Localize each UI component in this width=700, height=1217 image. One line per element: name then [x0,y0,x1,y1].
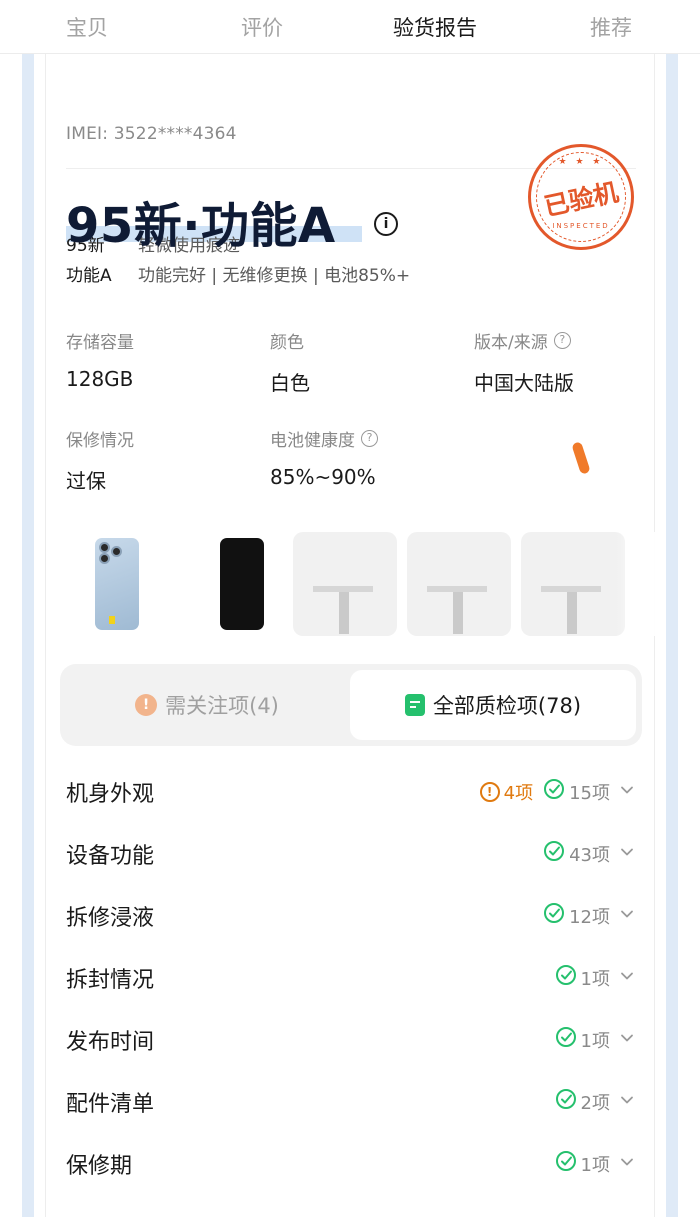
pass-count: 1项 [555,964,610,991]
inspection-row[interactable]: 配件清单 2项 [46,1070,656,1132]
tab-reviews[interactable]: 评价 [241,12,283,42]
spec-battery: 电池健康度? 85%~90% [270,426,378,489]
check-icon [555,1150,577,1177]
check-icon [555,1026,577,1053]
inspection-row[interactable]: 拆修浸液 12项 [46,884,656,946]
right-decor-stripe [666,54,678,1217]
spec-version: 版本/来源? 中国大陆版 [474,332,574,395]
inspection-row[interactable]: 设备功能 43项 [46,822,656,884]
inspection-row-title: 发布时间 [66,1030,155,1055]
pass-count: 1项 [555,1150,610,1177]
pass-count: 15项 [543,778,610,805]
grade-title: 95新·功能A [66,198,336,254]
tab-recommend[interactable]: 推荐 [590,12,632,42]
chevron-down-icon[interactable] [620,906,634,925]
inspection-row-title: 机身外观 [66,782,155,807]
left-decor-stripe [22,54,34,1217]
inspection-row-title: 拆封情况 [66,968,155,993]
attention-items-tab[interactable]: ! 需关注项(4) [66,670,348,740]
warning-count: ! 4项 [479,779,533,805]
pass-count: 2项 [555,1088,610,1115]
photo-thumb-back[interactable] [66,532,170,636]
all-items-tab[interactable]: 全部质检项(78) [350,670,636,740]
pass-count: 1项 [555,1026,610,1053]
pass-count: 43项 [543,840,610,867]
inspection-row-title: 配件清单 [66,1092,155,1117]
photo-gallery [46,532,656,636]
warning-icon: ! [135,694,158,716]
chevron-down-icon[interactable] [620,844,634,863]
tab-inspection-report[interactable]: 验货报告 [393,12,477,42]
inspection-row-title: 设备功能 [66,844,155,869]
chevron-down-icon[interactable] [620,1030,634,1049]
spec-color: 颜色 白色 [270,333,310,395]
check-icon [543,778,565,805]
inspection-row-title: 拆修浸液 [66,906,155,931]
report-card: IMEI: 3522****4364 95新·功能A i ★ ★ ★ 已验机 I… [45,54,656,1217]
photo-thumb-stand[interactable] [293,532,397,636]
spec-warranty: 保修情况 过保 [66,431,134,493]
imei-text: IMEI: 3522****4364 [66,124,237,144]
orange-mark [571,441,591,475]
tab-item[interactable]: 宝贝 [66,12,108,42]
photo-thumb-stand[interactable] [521,532,625,636]
check-icon [555,964,577,991]
help-icon[interactable]: ? [553,332,571,349]
pass-count: 12项 [543,902,610,929]
spec-storage: 存储容量 128GB [66,333,134,391]
inspection-report-page: 宝贝 评价 验货报告 推荐 IMEI: 3522****4364 95新·功能A… [0,0,700,1217]
info-icon[interactable]: i [374,212,398,236]
filter-segmented-control: ! 需关注项(4) 全部质检项(78) [60,664,642,746]
inspected-stamp: ★ ★ ★ 已验机 INSPECTED [528,144,634,250]
check-icon [543,902,565,929]
grade-desc-row: 功能A 功能完好 | 无维修更换 | 电池85%+ [66,266,411,286]
inspection-row[interactable]: 发布时间 1项 [46,1008,656,1070]
inspection-row-title: 保修期 [66,1154,133,1179]
chevron-down-icon[interactable] [620,782,634,801]
document-icon [404,694,425,716]
photo-thumb-front[interactable] [180,532,284,636]
chevron-down-icon[interactable] [620,1092,634,1111]
help-icon[interactable]: ? [361,430,378,447]
check-icon [555,1088,577,1115]
check-icon [543,840,565,867]
stamp-stars: ★ ★ ★ [558,157,604,167]
top-nav: 宝贝 评价 验货报告 推荐 [0,0,700,54]
inspection-row[interactable]: 保修期 1项 [46,1132,656,1194]
chevron-down-icon[interactable] [620,1154,634,1173]
photo-thumb-stand[interactable] [407,532,511,636]
warning-icon: ! [479,781,500,802]
inspection-row[interactable]: 机身外观 ! 4项 15项 [46,760,656,822]
inspection-row[interactable]: 拆封情况 1项 [46,946,656,1008]
chevron-down-icon[interactable] [620,968,634,987]
